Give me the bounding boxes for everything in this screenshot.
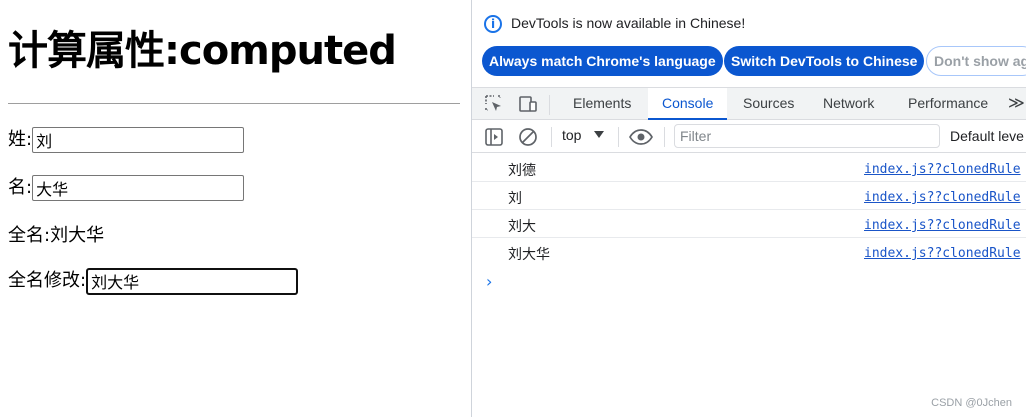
devtools-panel: i DevTools is now available in Chinese! … (471, 0, 1026, 417)
log-levels-dropdown[interactable]: Default leve (950, 128, 1024, 144)
console-output: 刘德 index.js??clonedRule 刘 index.js??clon… (472, 154, 1026, 291)
language-infobar: i DevTools is now available in Chinese! … (472, 0, 1026, 87)
page-title: 计算属性:computed (8, 28, 397, 74)
console-source-link[interactable]: index.js??clonedRule (864, 246, 1021, 261)
first-name-label: 名: (8, 177, 33, 198)
tab-sources[interactable]: Sources (729, 88, 808, 120)
infobar-message: DevTools is now available in Chinese! (511, 15, 746, 31)
console-message-text: 刘德 (508, 163, 536, 179)
tab-elements[interactable]: Elements (559, 88, 645, 120)
always-match-language-button[interactable]: Always match Chrome's language (482, 46, 723, 76)
last-name-row: 姓: (8, 127, 245, 153)
eye-icon[interactable] (628, 126, 654, 148)
divider (8, 103, 460, 104)
watermark: CSDN @0Jchen (931, 397, 1012, 409)
edit-full-name-input[interactable] (86, 267, 299, 295)
page-content: 计算属性:computed 姓: 名: 全名: 刘大华 全名修改: (0, 0, 471, 417)
dont-show-again-button[interactable]: Don't show ag (926, 46, 1026, 76)
context-selector[interactable]: top (562, 127, 581, 143)
device-toolbar-icon[interactable] (517, 93, 539, 115)
last-name-label: 姓: (8, 129, 33, 150)
tab-performance[interactable]: Performance (894, 88, 1002, 120)
last-name-input[interactable] (32, 127, 245, 153)
console-source-link[interactable]: index.js??clonedRule (864, 162, 1021, 177)
console-message-text: 刘大 (508, 219, 536, 235)
inspect-element-icon[interactable] (483, 93, 505, 115)
console-source-link[interactable]: index.js??clonedRule (864, 218, 1021, 233)
console-message: 刘德 index.js??clonedRule (472, 154, 1026, 182)
info-icon: i (484, 15, 502, 33)
tab-console[interactable]: Console (648, 88, 728, 120)
console-message-text: 刘 (508, 191, 522, 207)
filter-input[interactable] (674, 124, 940, 148)
full-name-label: 全名: (8, 225, 51, 246)
devtools-tab-bar: Elements Console Sources Network Perform… (472, 87, 1026, 120)
console-message: 刘大华 index.js??clonedRule (472, 238, 1026, 266)
console-source-link[interactable]: index.js??clonedRule (864, 190, 1021, 205)
full-name-value: 刘大华 (50, 225, 105, 246)
more-tabs-icon[interactable]: ≫ (1008, 88, 1025, 120)
edit-full-name-row: 全名修改: (8, 267, 299, 295)
first-name-input[interactable] (32, 175, 245, 201)
console-message: 刘 index.js??clonedRule (472, 182, 1026, 210)
tab-network[interactable]: Network (809, 88, 888, 120)
sidebar-toggle-icon[interactable] (483, 126, 505, 148)
first-name-row: 名: (8, 175, 245, 201)
clear-console-icon[interactable] (517, 126, 539, 148)
console-message: 刘大 index.js??clonedRule (472, 210, 1026, 238)
edit-full-name-label: 全名修改: (8, 270, 87, 291)
console-message-text: 刘大华 (508, 247, 550, 263)
console-prompt-icon[interactable]: › (486, 272, 492, 291)
full-name-row: 全名: 刘大华 (8, 223, 104, 249)
console-toolbar: top Default leve (472, 120, 1026, 153)
switch-to-chinese-button[interactable]: Switch DevTools to Chinese (724, 46, 925, 76)
chevron-down-icon[interactable] (594, 131, 604, 138)
